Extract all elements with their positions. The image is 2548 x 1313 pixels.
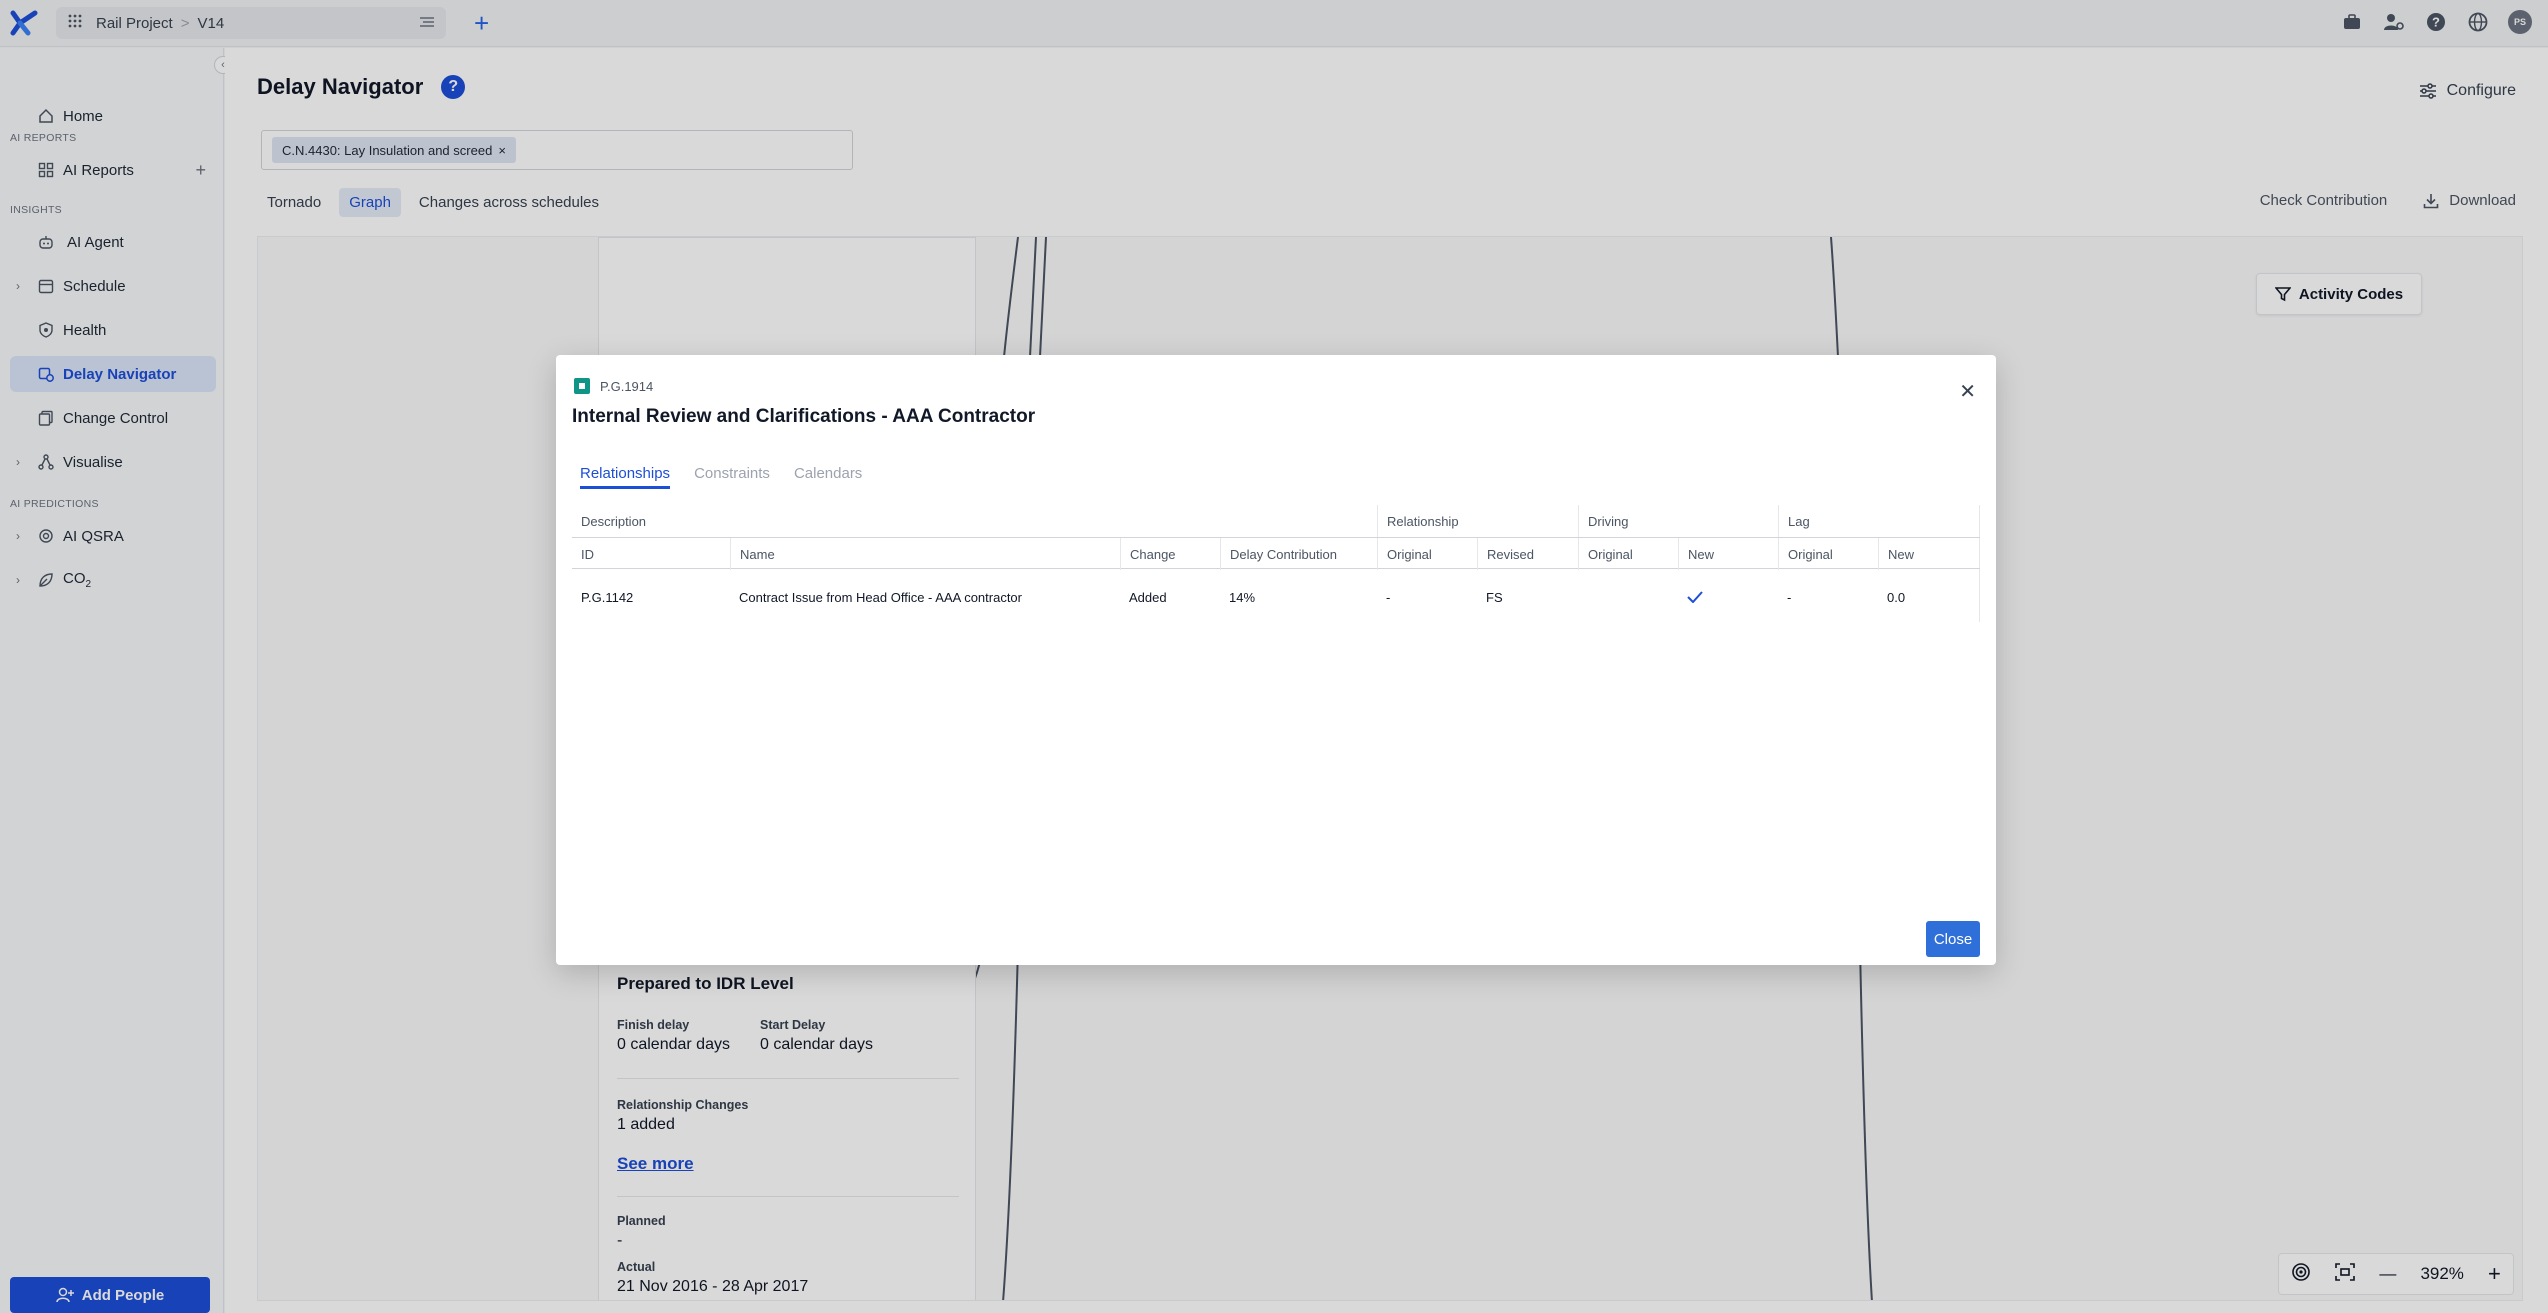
table-column-header: ID Name Change Delay Contribution Origin… — [572, 537, 1980, 570]
tab-calendars[interactable]: Calendars — [794, 465, 862, 489]
activity-details-modal: P.G.1914 Internal Review and Clarificati… — [556, 355, 1996, 965]
col-change[interactable]: Change — [1120, 538, 1220, 570]
table-row[interactable]: P.G.1142 Contract Issue from Head Office… — [572, 572, 1980, 622]
cell-lag-new: 0.0 — [1887, 589, 1906, 605]
cell-driving-new — [1678, 572, 1778, 622]
cell-change: Added — [1129, 589, 1167, 605]
group-relationship: Relationship — [1377, 505, 1578, 537]
col-lag-new[interactable]: New — [1878, 538, 1980, 570]
cell-name: Contract Issue from Head Office - AAA co… — [739, 589, 1022, 605]
modal-tabs: Relationships Constraints Calendars — [580, 465, 862, 489]
activity-id-row: P.G.1914 — [574, 378, 653, 394]
col-driving-original[interactable]: Original — [1578, 538, 1678, 570]
col-id[interactable]: ID — [572, 538, 730, 570]
activity-type-icon — [574, 378, 590, 394]
group-lag: Lag — [1778, 505, 1980, 537]
col-relationship-revised[interactable]: Revised — [1477, 538, 1578, 570]
col-driving-new[interactable]: New — [1678, 538, 1778, 570]
group-description: Description — [581, 513, 647, 529]
col-delay-contribution[interactable]: Delay Contribution — [1220, 538, 1377, 570]
cell-id: P.G.1142 — [581, 589, 634, 605]
group-driving: Driving — [1578, 505, 1778, 537]
activity-id: P.G.1914 — [600, 378, 654, 394]
cell-delay-contribution: 14% — [1229, 589, 1256, 605]
tab-constraints[interactable]: Constraints — [694, 465, 770, 489]
cell-lag-original: - — [1787, 589, 1792, 605]
cell-relationship-original: - — [1386, 589, 1391, 605]
tab-relationships[interactable]: Relationships — [580, 465, 671, 489]
cell-relationship-revised: FS — [1486, 589, 1503, 605]
col-relationship-original[interactable]: Original — [1377, 538, 1477, 570]
close-icon[interactable]: ✕ — [1959, 379, 1976, 404]
col-name[interactable]: Name — [730, 538, 1120, 570]
cell-driving-original — [1578, 572, 1678, 622]
col-lag-original[interactable]: Original — [1778, 538, 1878, 570]
relationships-table: Description Relationship Driving Lag ID … — [572, 505, 1980, 622]
checkmark-icon — [1687, 591, 1703, 603]
close-button[interactable]: Close — [1926, 921, 1980, 957]
table-group-header: Description Relationship Driving Lag — [572, 505, 1980, 537]
modal-title: Internal Review and Clarifications - AAA… — [572, 406, 1036, 427]
